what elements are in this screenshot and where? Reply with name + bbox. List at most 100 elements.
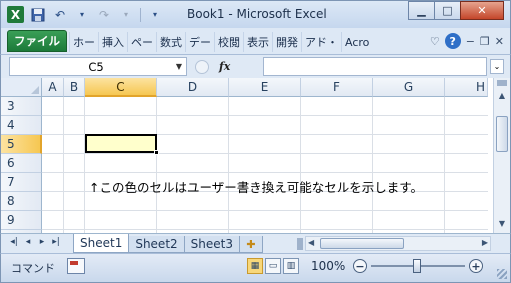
expand-formula-bar-icon[interactable]: ⌄ [490, 59, 504, 74]
tab-add-ins[interactable]: アド・ [301, 32, 341, 52]
last-sheet-icon[interactable]: ▸| [51, 237, 61, 247]
page-layout-view-icon[interactable]: ▭ [265, 258, 281, 274]
scroll-right-icon[interactable]: ▶ [482, 238, 488, 247]
grid-line [444, 97, 445, 233]
macro-record-icon[interactable] [67, 258, 85, 274]
help-icon[interactable]: ? [444, 33, 461, 49]
close-workbook-icon[interactable]: ✕ [495, 35, 504, 48]
tab-view[interactable]: 表示 [243, 32, 272, 52]
insert-sheet-icon[interactable]: ✚ [238, 236, 263, 253]
column-header[interactable]: G [373, 78, 445, 97]
tab-split-handle[interactable] [297, 238, 303, 250]
scroll-thumb[interactable] [496, 116, 508, 152]
select-all-triangle-icon [31, 86, 39, 94]
split-handle[interactable] [497, 80, 507, 86]
maximize-icon[interactable]: □ [434, 1, 461, 20]
formula-controls: fx [191, 57, 249, 76]
ribbon-tab-list: ホー 挿入 ペー 数式 デー 校閲 表示 開発 アド・ Acro [69, 32, 372, 52]
normal-view-icon[interactable]: ▦ [247, 258, 263, 274]
vertical-scrollbar[interactable]: ▲ ▼ [493, 78, 510, 233]
insert-function-icon[interactable]: fx [219, 60, 230, 73]
minimize-icon[interactable]: ▁ [408, 1, 435, 20]
minimize-workbook-icon[interactable]: − [466, 35, 475, 48]
sheet-tab-sheet2[interactable]: Sheet2 [128, 236, 185, 253]
chevron-down-icon[interactable]: ▾ [118, 7, 134, 23]
column-header[interactable]: E [229, 78, 301, 97]
tab-review[interactable]: 校閲 [214, 32, 243, 52]
row-header[interactable]: 7 [1, 173, 42, 192]
row-header-selected[interactable]: 5 [1, 135, 42, 154]
redo-icon[interactable]: ↷ [96, 7, 112, 23]
first-sheet-icon[interactable]: ◂| [9, 237, 19, 247]
column-headers: A B C D E F G H [42, 78, 488, 97]
fill-handle[interactable] [154, 150, 159, 155]
zoom-out-icon[interactable]: − [353, 259, 367, 273]
sheet-tab-bar: ◂| ◂ ▸ ▸| Sheet1 Sheet2 Sheet3 ✚ ◀ ▶ [0, 233, 511, 253]
status-mode: コマンド [11, 262, 55, 275]
grid-line [84, 97, 85, 233]
tab-developer[interactable]: 開発 [272, 32, 301, 52]
scroll-thumb[interactable] [320, 238, 404, 249]
window-title: Book1 - Microsoft Excel [187, 7, 327, 21]
ribbon-tabs: ファイル ホー 挿入 ペー 数式 デー 校閲 表示 開発 アド・ Acro ♡ … [0, 28, 511, 54]
resize-grip[interactable] [497, 269, 507, 279]
undo-icon[interactable]: ↶ [52, 7, 68, 23]
formula-bar: C5 ▼ fx ⌄ [0, 54, 511, 78]
chevron-down-icon[interactable]: ▾ [74, 7, 90, 23]
active-cell-c5[interactable] [85, 134, 157, 153]
row-header[interactable]: 8 [1, 192, 42, 211]
grid-line [156, 97, 157, 233]
scroll-left-icon[interactable]: ◀ [308, 238, 314, 247]
column-header[interactable]: B [64, 78, 85, 97]
row-headers: 3 4 5 6 7 8 9 10 [1, 97, 42, 249]
cancel-formula-icon[interactable] [195, 59, 209, 74]
zoom-level[interactable]: 100% [311, 259, 345, 273]
save-icon[interactable] [30, 7, 46, 23]
column-header[interactable]: F [301, 78, 373, 97]
tab-acrobat[interactable]: Acro [341, 32, 372, 52]
row-header[interactable]: 4 [1, 116, 42, 135]
row-header[interactable]: 3 [1, 97, 42, 116]
tab-data[interactable]: デー [185, 32, 214, 52]
window-controls: ▁ □ ✕ [408, 1, 504, 20]
prev-sheet-icon[interactable]: ◂ [23, 237, 33, 247]
quick-access-toolbar: X ↶ ▾ ↷ ▾ ▾ [7, 6, 163, 23]
tab-file[interactable]: ファイル [7, 30, 67, 52]
next-sheet-icon[interactable]: ▸ [37, 237, 47, 247]
tab-insert[interactable]: 挿入 [98, 32, 127, 52]
scroll-down-icon[interactable]: ▼ [494, 216, 510, 231]
column-header[interactable]: D [157, 78, 229, 97]
qat-separator [140, 7, 141, 22]
restore-workbook-icon[interactable]: ❐ [480, 35, 490, 48]
note-text: ↑この色のセルはユーザー書き換え可能なセルを示します。 [89, 180, 423, 195]
formula-input[interactable] [263, 57, 487, 76]
scroll-up-icon[interactable]: ▲ [494, 88, 510, 103]
row-header[interactable]: 9 [1, 211, 42, 230]
customize-qat-icon[interactable]: ▾ [147, 7, 163, 23]
column-header[interactable]: H [445, 78, 488, 97]
name-box[interactable]: C5 ▼ [9, 57, 187, 76]
chevron-down-icon[interactable]: ▼ [172, 62, 186, 71]
status-bar: コマンド ▦ ▭ ▥ 100% − + [0, 253, 511, 283]
tab-home[interactable]: ホー [69, 32, 98, 52]
close-icon[interactable]: ✕ [460, 1, 504, 20]
select-all-button[interactable] [1, 78, 42, 97]
ribbon-collapse-icon[interactable]: ♡ [430, 35, 440, 48]
zoom-in-icon[interactable]: + [469, 259, 483, 273]
name-box-value: C5 [88, 59, 104, 74]
tab-page-layout[interactable]: ペー [127, 32, 156, 52]
excel-icon[interactable]: X [7, 6, 24, 23]
zoom-slider-thumb[interactable] [413, 259, 421, 273]
view-buttons: ▦ ▭ ▥ [247, 258, 299, 274]
cell-area[interactable]: ↑この色のセルはユーザー書き換え可能なセルを示します。 [42, 97, 488, 233]
row-header[interactable]: 6 [1, 154, 42, 173]
sheet-tab-sheet1[interactable]: Sheet1 [73, 234, 130, 253]
column-header-selected[interactable]: C [85, 78, 157, 97]
sheet-tab-sheet3[interactable]: Sheet3 [183, 236, 240, 253]
page-break-view-icon[interactable]: ▥ [283, 258, 299, 274]
tab-formulas[interactable]: 数式 [156, 32, 185, 52]
worksheet-grid: A B C D E F G H 3 4 5 6 7 8 9 10 ↑この色のセル… [0, 78, 511, 249]
horizontal-scrollbar[interactable]: ◀ ▶ [305, 236, 491, 251]
column-header[interactable]: A [42, 78, 64, 97]
grid-line [300, 97, 301, 233]
